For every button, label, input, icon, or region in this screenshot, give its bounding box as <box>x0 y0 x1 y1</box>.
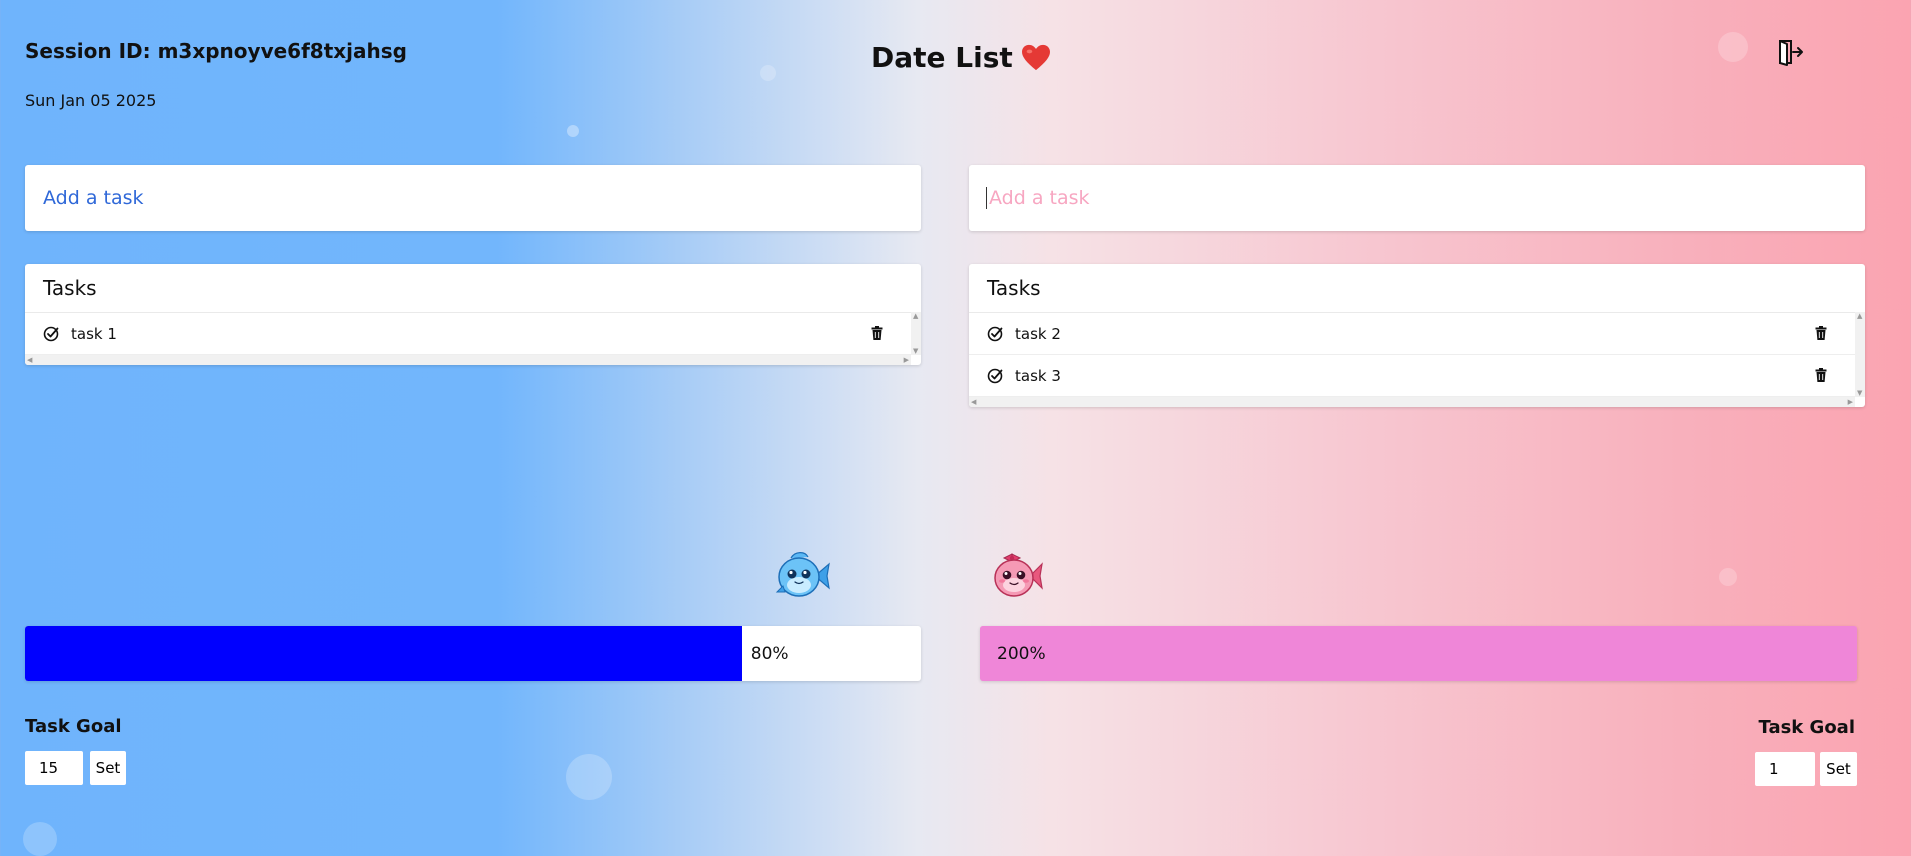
task-row: task 2 <box>969 313 1865 355</box>
trash-icon[interactable] <box>1815 326 1827 340</box>
current-date: Sun Jan 05 2025 <box>25 91 157 110</box>
bubble-decoration <box>566 754 612 800</box>
right-progress-bar: 200% <box>980 626 1857 681</box>
right-progress-percent: 200% <box>997 643 1046 664</box>
check-circle-icon[interactable] <box>43 326 59 342</box>
task-row: task 3 <box>969 355 1865 397</box>
bubble-decoration <box>1719 568 1737 586</box>
task-label: task 3 <box>1015 366 1061 385</box>
exit-door-icon[interactable] <box>1776 38 1804 66</box>
bubble-decoration <box>1718 32 1748 62</box>
heart-icon <box>1021 44 1050 70</box>
pink-fish-mascot <box>994 553 1043 597</box>
page-title: Date List <box>871 41 1051 74</box>
left-task-list: task 1 <box>25 313 921 355</box>
check-circle-icon[interactable] <box>987 326 1003 342</box>
right-tasks-heading: Tasks <box>969 264 1865 313</box>
text-cursor <box>986 187 987 209</box>
page-title-text: Date List <box>871 41 1013 74</box>
left-progress-fill <box>25 626 742 681</box>
bubble-decoration <box>760 65 776 81</box>
task-row: task 1 <box>25 313 921 355</box>
scroll-left-arrow[interactable]: ◀ <box>27 356 32 364</box>
bubble-decoration <box>23 822 57 856</box>
scroll-left-arrow[interactable]: ◀ <box>971 398 976 406</box>
scroll-up-arrow[interactable]: ▲ <box>913 312 918 320</box>
right-add-task-input[interactable] <box>969 165 1865 231</box>
left-tasks-heading: Tasks <box>25 264 921 313</box>
task-label: task 1 <box>71 324 117 343</box>
right-task-goal-label: Task Goal <box>1758 717 1855 738</box>
scroll-right-arrow[interactable]: ▶ <box>904 356 909 364</box>
left-task-goal-input[interactable] <box>25 751 83 785</box>
blue-fish-mascot <box>775 552 830 597</box>
trash-icon[interactable] <box>871 326 883 340</box>
scroll-down-arrow[interactable]: ▼ <box>1857 389 1862 397</box>
right-task-goal-input[interactable] <box>1755 752 1815 786</box>
right-task-list: task 2 task 3 <box>969 313 1865 397</box>
left-progress-bar: 80% <box>25 626 921 681</box>
left-horizontal-scrollbar[interactable]: ◀ ▶ <box>25 355 911 365</box>
left-add-task-input[interactable] <box>25 165 921 231</box>
right-horizontal-scrollbar[interactable]: ◀ ▶ <box>969 397 1855 407</box>
left-progress-percent: 80% <box>750 643 789 664</box>
bubble-decoration <box>567 125 579 137</box>
right-tasks-panel: Tasks task 2 task 3 ▲ ▼ ◀ ▶ <box>969 264 1865 407</box>
scroll-down-arrow[interactable]: ▼ <box>913 347 918 355</box>
left-task-goal-label: Task Goal <box>25 716 122 737</box>
scroll-right-arrow[interactable]: ▶ <box>1848 398 1853 406</box>
trash-icon[interactable] <box>1815 368 1827 382</box>
right-vertical-scrollbar[interactable]: ▲ ▼ <box>1855 312 1865 397</box>
task-label: task 2 <box>1015 324 1061 343</box>
left-set-goal-button[interactable]: Set <box>90 751 126 785</box>
scroll-up-arrow[interactable]: ▲ <box>1857 312 1862 320</box>
left-vertical-scrollbar[interactable]: ▲ ▼ <box>911 312 921 355</box>
check-circle-icon[interactable] <box>987 368 1003 384</box>
right-set-goal-button[interactable]: Set <box>1820 752 1857 786</box>
left-tasks-panel: Tasks task 1 ▲ ▼ ◀ ▶ <box>25 264 921 365</box>
session-id: Session ID: m3xpnoyve6f8txjahsg <box>25 39 407 63</box>
right-progress-fill <box>980 626 1857 681</box>
